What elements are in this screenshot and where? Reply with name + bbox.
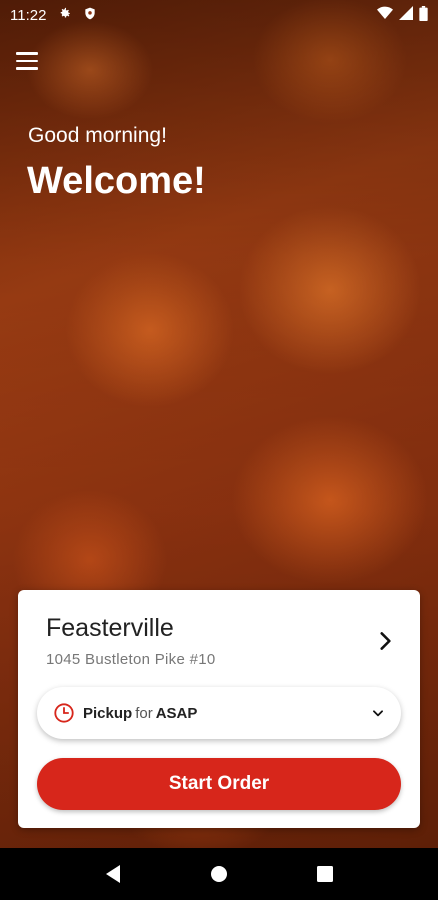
pickup-label: Pickup for ASAP <box>83 705 197 722</box>
store-name[interactable]: Feasterville <box>46 614 174 643</box>
back-triangle-icon <box>106 865 120 883</box>
start-order-button[interactable]: Start Order <box>37 758 401 810</box>
home-button[interactable] <box>199 854 239 894</box>
store-address[interactable]: 1045 Bustleton Pike #10 <box>46 651 216 668</box>
status-right-icons <box>377 5 428 25</box>
home-circle-icon <box>211 866 227 882</box>
greeting-text: Good morning! <box>28 124 167 147</box>
recents-button[interactable] <box>305 854 345 894</box>
chevron-right-icon[interactable] <box>372 628 398 654</box>
pickup-time-selector[interactable]: Pickup for ASAP <box>37 687 401 739</box>
hamburger-menu-icon[interactable] <box>16 52 38 70</box>
battery-icon <box>419 5 428 25</box>
cell-signal-icon <box>399 6 413 24</box>
welcome-title: Welcome! <box>27 160 206 202</box>
settings-gear-icon <box>58 6 73 24</box>
shield-icon <box>83 6 97 24</box>
back-button[interactable] <box>93 854 133 894</box>
status-time: 11:22 <box>10 6 47 24</box>
pickup-time: ASAP <box>155 704 198 722</box>
status-bar: 11:22 <box>0 0 438 30</box>
pickup-connector: for <box>135 704 153 722</box>
wifi-icon <box>377 6 393 24</box>
clock-icon <box>53 702 75 724</box>
store-card: Feasterville 1045 Bustleton Pike #10 Pic… <box>18 590 420 828</box>
chevron-down-icon <box>371 706 385 720</box>
pickup-mode: Pickup <box>83 704 133 722</box>
system-navigation-bar <box>0 848 438 900</box>
recents-square-icon <box>317 866 333 882</box>
